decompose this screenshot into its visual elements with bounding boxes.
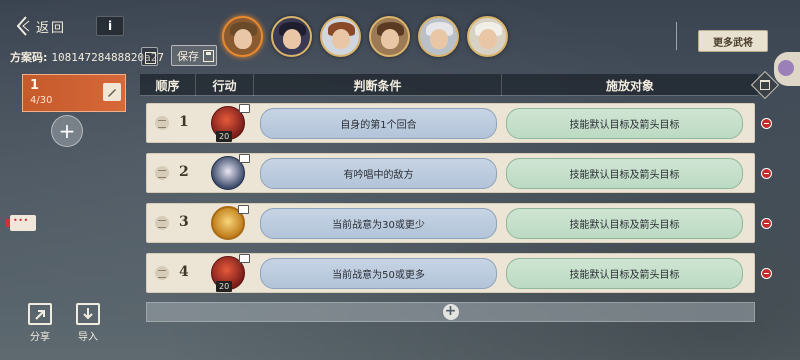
tag-icon: [238, 205, 249, 214]
back-button[interactable]: 返回: [14, 15, 88, 37]
row-index: 4: [179, 264, 189, 280]
divider: [676, 22, 677, 50]
target-field[interactable]: 技能默认目标及箭头目标: [506, 108, 743, 139]
row-index: 3: [179, 214, 189, 230]
table-row[interactable]: 2 有吟唱中的敌方 技能默认目标及箭头目标: [146, 153, 755, 193]
import-icon: [76, 303, 100, 325]
save-icon: [203, 49, 214, 62]
drag-handle-icon[interactable]: [155, 266, 169, 280]
import-button[interactable]: 导入: [70, 303, 106, 343]
share-icon: [28, 303, 52, 325]
save-button[interactable]: 保存: [171, 45, 217, 66]
import-label: 导入: [78, 332, 98, 343]
share-button[interactable]: 分享: [22, 303, 58, 343]
more-heroes-button[interactable]: 更多武将: [698, 30, 768, 52]
header-order: 顺序: [140, 74, 196, 96]
skill-icon[interactable]: [211, 154, 250, 190]
tag-icon: [239, 154, 250, 163]
chat-icon[interactable]: [6, 215, 36, 231]
remove-row-icon[interactable]: [761, 118, 772, 129]
plan-count: 4/30: [30, 95, 53, 106]
copy-icon[interactable]: [141, 47, 158, 66]
hero-avatar[interactable]: [418, 16, 459, 57]
condition-field[interactable]: 有吟唱中的敌方: [260, 158, 497, 189]
chevron-left-icon: [16, 16, 30, 36]
remove-row-icon[interactable]: [761, 268, 772, 279]
table-row[interactable]: 4 20 当前战意为50或更多 技能默认目标及箭头目标: [146, 253, 755, 293]
hero-avatar[interactable]: [222, 16, 263, 57]
plan-code-key: 方案码:: [10, 51, 48, 64]
plus-icon: +: [442, 304, 459, 320]
hero-avatar-list: [222, 16, 508, 57]
skill-icon[interactable]: 20: [211, 104, 250, 142]
side-drawer-tab[interactable]: [774, 52, 800, 86]
table-row[interactable]: 1 20 自身的第1个回合 技能默认目标及箭头目标: [146, 103, 755, 143]
drag-handle-icon[interactable]: [155, 216, 169, 230]
table-row[interactable]: 3 当前战意为30或更少 技能默认目标及箭头目标: [146, 203, 755, 243]
header-target: 施放对象: [605, 78, 654, 93]
share-label: 分享: [30, 332, 50, 343]
edit-icon[interactable]: [103, 83, 121, 101]
hero-avatar[interactable]: [369, 16, 410, 57]
condition-field[interactable]: 自身的第1个回合: [260, 108, 497, 139]
row-index: 2: [179, 164, 189, 180]
header-action: 行动: [196, 74, 254, 96]
plan-number: 1: [30, 78, 40, 93]
add-plan-button[interactable]: +: [51, 115, 83, 147]
remove-row-icon[interactable]: [761, 168, 772, 179]
tag-icon: [239, 104, 250, 113]
tag-icon: [239, 254, 250, 263]
hero-avatar[interactable]: [271, 16, 312, 57]
save-label: 保存: [177, 49, 199, 63]
hero-avatar[interactable]: [467, 16, 508, 57]
table-header: 顺序 行动 判断条件 施放对象: [140, 74, 758, 96]
drag-handle-icon[interactable]: [155, 166, 169, 180]
back-label: 返回: [36, 20, 67, 36]
hero-avatar[interactable]: [320, 16, 361, 57]
skill-cost: 20: [216, 131, 233, 142]
condition-field[interactable]: 当前战意为50或更多: [260, 258, 497, 289]
plan-card-1[interactable]: 1 4/30: [22, 74, 126, 112]
row-index: 1: [179, 114, 189, 130]
target-field[interactable]: 技能默认目标及箭头目标: [506, 258, 743, 289]
condition-field[interactable]: 当前战意为30或更少: [260, 208, 497, 239]
skill-cost: 20: [216, 281, 233, 292]
info-button[interactable]: i: [96, 16, 124, 36]
drag-handle-icon[interactable]: [155, 116, 169, 130]
skill-icon[interactable]: [211, 205, 249, 240]
skill-icon[interactable]: 20: [211, 254, 250, 292]
add-row-button[interactable]: +: [146, 302, 755, 322]
header-condition: 判断条件: [254, 74, 502, 96]
target-field[interactable]: 技能默认目标及箭头目标: [506, 158, 743, 189]
remove-row-icon[interactable]: [761, 218, 772, 229]
target-field[interactable]: 技能默认目标及箭头目标: [506, 208, 743, 239]
